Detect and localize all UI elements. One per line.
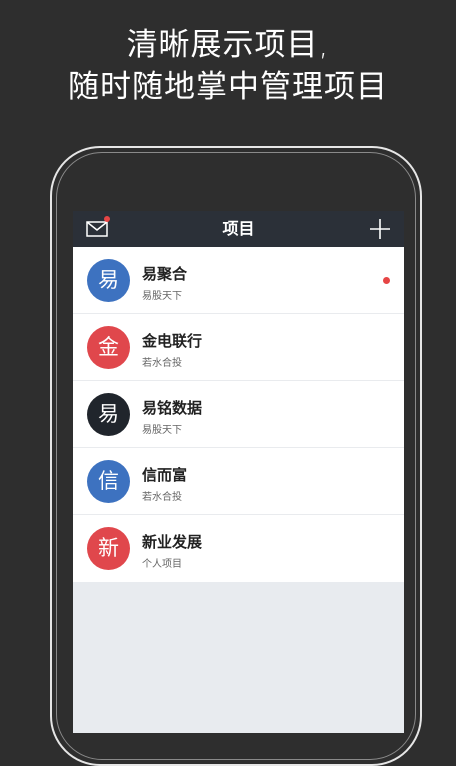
promo-line-2: 随时随地掌中管理项目 <box>68 69 388 105</box>
project-row[interactable]: 信 信而富 若水合投 <box>73 448 404 515</box>
project-avatar: 易 <box>87 259 130 302</box>
project-subtitle: 易股天下 <box>142 425 182 436</box>
project-name: 金电联行 <box>142 332 203 350</box>
project-name: 新业发展 <box>142 533 203 551</box>
page-title: 项目 <box>222 219 255 238</box>
project-subtitle: 个人项目 <box>142 559 182 570</box>
app-screen: 项目 易 易聚合 易股天下 金 金电联行 若水合投 易 易铭数据 易股天下 信 … <box>73 211 404 733</box>
project-avatar: 新 <box>87 527 130 570</box>
project-row[interactable]: 易 易铭数据 易股天下 <box>73 381 404 448</box>
project-avatar: 信 <box>87 460 130 503</box>
project-name: 易聚合 <box>142 265 188 283</box>
plus-icon <box>370 219 390 239</box>
add-project-button[interactable] <box>368 217 392 241</box>
project-name: 易铭数据 <box>142 399 203 417</box>
project-list: 易 易聚合 易股天下 金 金电联行 若水合投 易 易铭数据 易股天下 信 信而富… <box>73 247 404 582</box>
project-row[interactable]: 新 新业发展 个人项目 <box>73 515 404 582</box>
project-row[interactable]: 易 易聚合 易股天下 <box>73 247 404 314</box>
project-name: 信而富 <box>142 466 188 484</box>
project-subtitle: 若水合投 <box>142 358 182 369</box>
project-avatar: 金 <box>87 326 130 369</box>
unread-badge <box>383 277 390 284</box>
promo-headline: 清晰展示项目, 随时随地掌中管理项目 <box>0 24 456 108</box>
navigation-bar: 项目 <box>73 211 404 247</box>
promo-line-1: 清晰展示项目, <box>126 27 330 63</box>
project-avatar: 易 <box>87 393 130 436</box>
project-subtitle: 易股天下 <box>142 291 182 302</box>
project-subtitle: 若水合投 <box>142 492 182 503</box>
project-row[interactable]: 金 金电联行 若水合投 <box>73 314 404 381</box>
